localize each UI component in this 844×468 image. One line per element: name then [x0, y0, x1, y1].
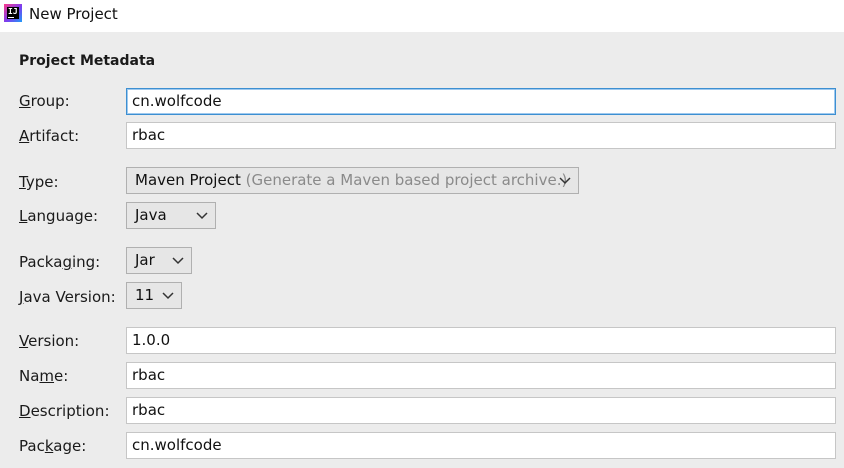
- language-value: Java: [135, 206, 167, 224]
- group-label: Group:: [19, 92, 70, 110]
- packaging-value: Jar: [135, 251, 155, 269]
- type-label: Type:: [19, 173, 59, 191]
- chevron-down-icon: [172, 257, 184, 265]
- intellij-idea-icon: IJ: [4, 4, 22, 22]
- java-version-value: 11: [135, 286, 155, 304]
- language-select[interactable]: Java: [126, 202, 216, 229]
- description-input[interactable]: rbac: [126, 397, 836, 424]
- java-version-label: Java Version:: [19, 288, 116, 306]
- project-metadata-form: Project Metadata Group: cn.wolfcode Arti…: [0, 32, 844, 468]
- language-label: Language:: [19, 207, 99, 225]
- section-title: Project Metadata: [19, 53, 156, 69]
- package-input[interactable]: cn.wolfcode: [126, 432, 836, 459]
- name-input[interactable]: rbac: [126, 362, 836, 389]
- packaging-label: Packaging:: [19, 253, 101, 271]
- type-select[interactable]: Maven Project (Generate a Maven based pr…: [126, 167, 579, 194]
- packaging-select[interactable]: Jar: [126, 247, 192, 274]
- description-label: Description:: [19, 402, 110, 420]
- title-bar: IJ New Project: [0, 0, 844, 32]
- chevron-down-icon: [162, 292, 174, 300]
- package-label: Package:: [19, 437, 87, 455]
- name-label: Name:: [19, 367, 69, 385]
- java-version-select[interactable]: 11: [126, 282, 182, 309]
- version-input[interactable]: 1.0.0: [126, 327, 836, 354]
- window-title: New Project: [29, 5, 118, 23]
- artifact-label: Artifact:: [19, 127, 80, 145]
- artifact-input[interactable]: rbac: [126, 122, 836, 149]
- group-input[interactable]: cn.wolfcode: [126, 88, 836, 115]
- chevron-down-icon: [196, 212, 208, 220]
- type-hint: (Generate a Maven based project archive.…: [245, 171, 568, 189]
- version-label: Version:: [19, 332, 80, 350]
- chevron-down-icon: [559, 177, 571, 185]
- type-value: Maven Project: [135, 171, 241, 189]
